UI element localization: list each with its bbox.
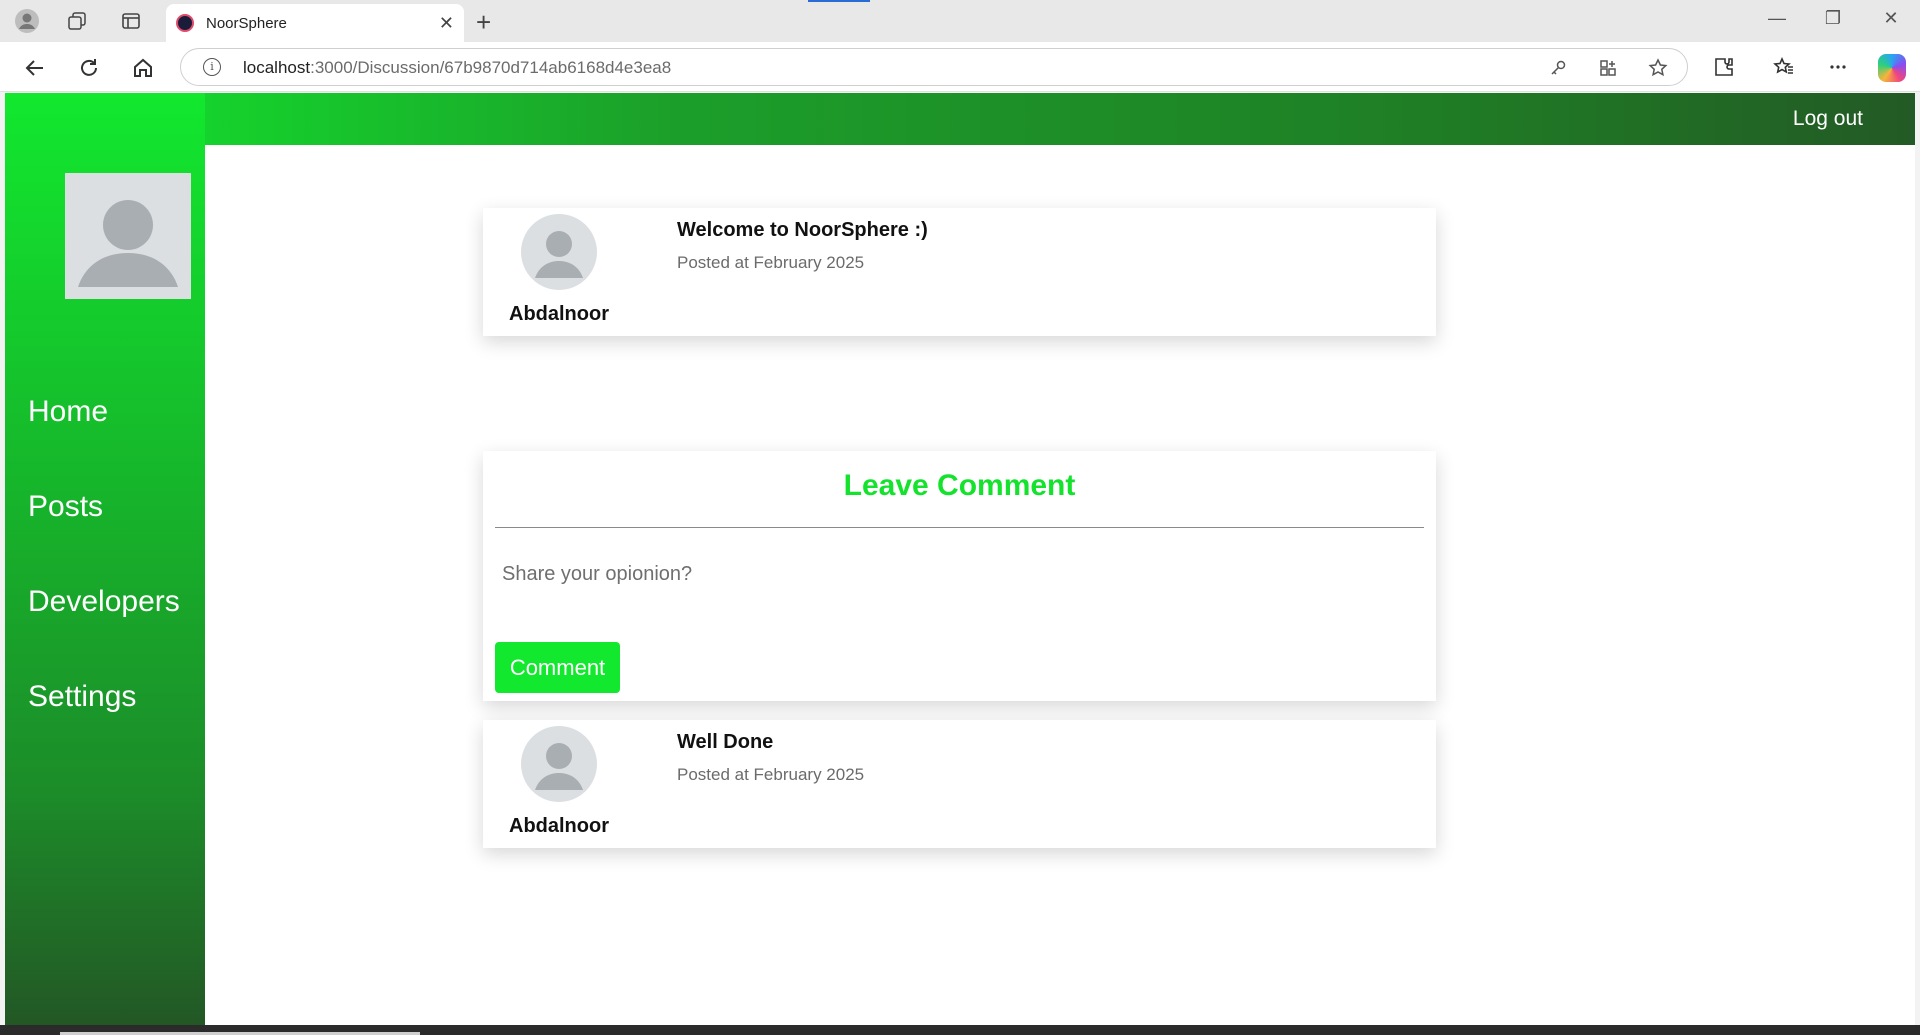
app-header: Log out [5, 93, 1915, 145]
restore-icon[interactable]: ❐ [1818, 8, 1848, 29]
browser-tab-bar: NoorSphere ✕ + — ❐ ✕ [0, 0, 1920, 42]
sidebar-item-settings[interactable]: Settings [28, 680, 136, 714]
url-text[interactable]: localhost:3000/Discussion/67b9870d714ab6… [243, 58, 671, 78]
browser-toolbar: i localhost:3000/Discussion/67b9870d714a… [0, 42, 1920, 92]
home-icon[interactable] [128, 53, 158, 83]
main-content: Abdalnoor Welcome to NoorSphere :) Poste… [205, 145, 1915, 1025]
post-title: Welcome to NoorSphere :) [677, 219, 928, 241]
comment-form-heading: Leave Comment [843, 469, 1076, 502]
profile-icon[interactable] [14, 8, 40, 34]
more-options-icon[interactable] [1824, 53, 1852, 81]
author-avatar-icon[interactable] [521, 214, 597, 290]
url-host: localhost [243, 58, 311, 77]
commenter-avatar-icon[interactable] [521, 726, 597, 802]
back-icon[interactable] [20, 53, 50, 83]
url-path: :3000/Discussion/67b9870d714ab6168d4e3ea… [310, 58, 672, 77]
site-info-icon[interactable]: i [203, 58, 221, 76]
key-icon[interactable] [1547, 57, 1569, 79]
tab-noorsphere[interactable]: NoorSphere ✕ [166, 4, 464, 42]
app-root: Log out Home Posts Developers Settings A… [5, 93, 1915, 1025]
comment-card: Abdalnoor Well Done Posted at February 2… [483, 720, 1436, 848]
favorites-icon[interactable] [1770, 53, 1798, 81]
sidebar: Home Posts Developers Settings [5, 93, 205, 1025]
comment-text: Well Done [677, 731, 774, 753]
comment-input[interactable] [495, 551, 1424, 597]
user-avatar-icon[interactable] [65, 173, 191, 299]
post-card: Abdalnoor Welcome to NoorSphere :) Poste… [483, 208, 1436, 336]
sidebar-item-developers[interactable]: Developers [28, 585, 180, 619]
post-date: Posted at February 2025 [677, 253, 865, 272]
app-available-icon[interactable] [1597, 57, 1619, 79]
favorite-star-icon[interactable] [1647, 57, 1669, 79]
sidebar-item-home[interactable]: Home [28, 395, 108, 429]
comment-date: Posted at February 2025 [677, 765, 865, 784]
reload-icon[interactable] [74, 53, 104, 83]
copilot-icon[interactable] [1878, 54, 1906, 82]
minimize-icon[interactable]: — [1762, 8, 1792, 29]
collections-icon[interactable] [64, 8, 90, 34]
tab-indicator [808, 0, 870, 2]
comment-button[interactable]: Comment [495, 642, 620, 693]
new-tab-icon[interactable]: + [476, 7, 491, 38]
address-bar[interactable]: i localhost:3000/Discussion/67b9870d714a… [180, 48, 1688, 86]
vertical-tabs-icon[interactable] [118, 8, 144, 34]
window-close-icon[interactable]: ✕ [1876, 8, 1906, 29]
comment-form: Leave Comment Comment [483, 451, 1436, 701]
comment-author[interactable]: Abdalnoor [509, 815, 609, 838]
site-favicon-icon [176, 14, 194, 32]
post-author[interactable]: Abdalnoor [509, 303, 609, 326]
close-icon[interactable]: ✕ [439, 13, 454, 34]
divider [495, 527, 1424, 528]
extensions-icon[interactable] [1710, 53, 1738, 81]
sidebar-item-posts[interactable]: Posts [28, 490, 103, 524]
tab-title: NoorSphere [206, 14, 287, 32]
logout-link[interactable]: Log out [1793, 107, 1863, 131]
